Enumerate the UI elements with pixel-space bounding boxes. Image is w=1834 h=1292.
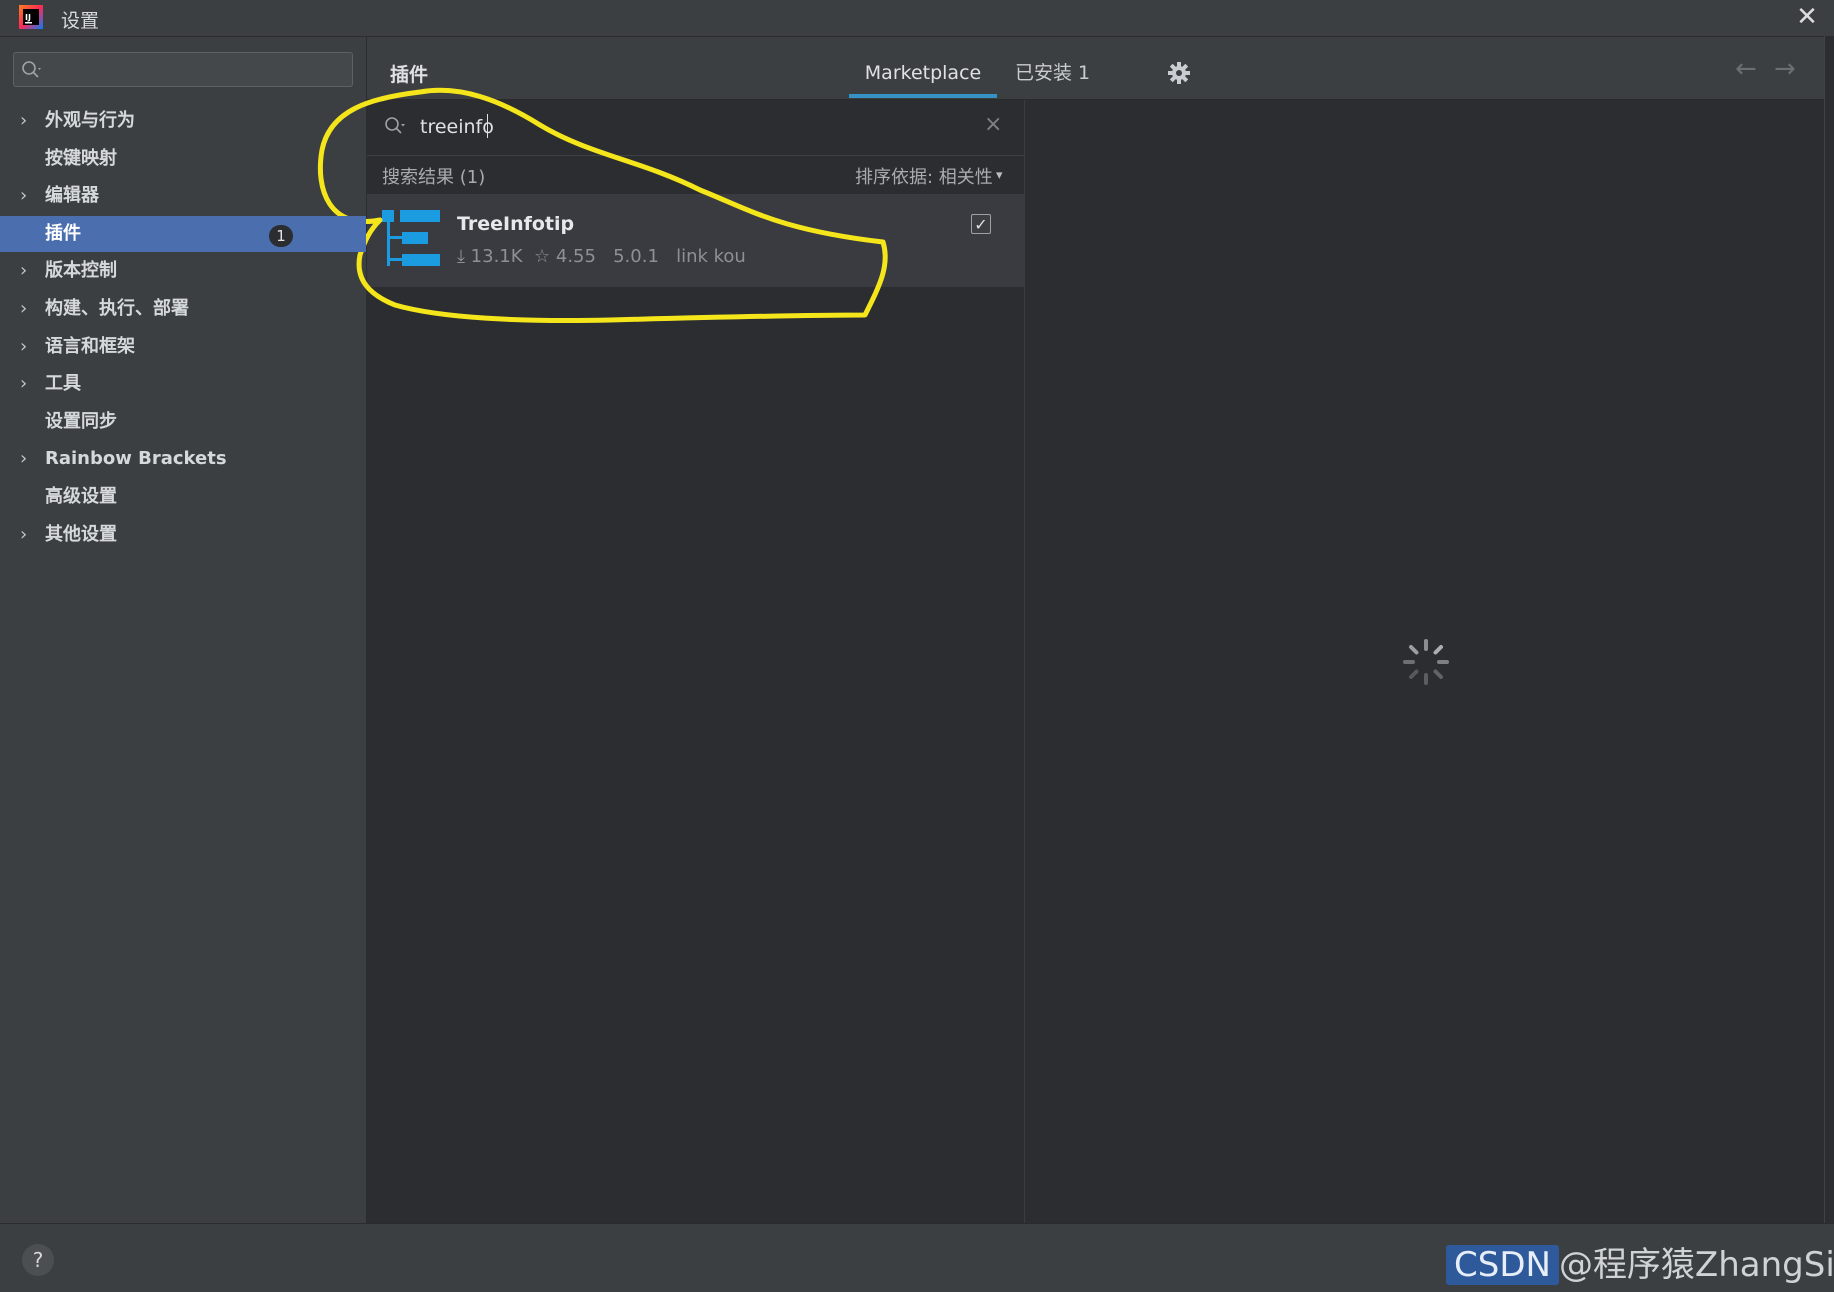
sidebar-item-label: 其他设置 [45, 524, 117, 545]
active-tab-indicator [849, 94, 997, 98]
tab-marketplace[interactable]: Marketplace [849, 55, 997, 97]
loading-spinner-icon [1403, 639, 1449, 685]
chevron-right-icon[interactable]: › [20, 253, 36, 289]
sidebar-item[interactable]: › 工具 [0, 366, 366, 402]
search-icon [22, 61, 41, 78]
sidebar-item[interactable]: 按键映射 [0, 141, 366, 177]
sidebar-item-label: 高级设置 [45, 486, 117, 507]
plugin-name: TreeInfotip [457, 213, 575, 235]
sidebar-item[interactable]: › 构建、执行、部署 [0, 291, 366, 327]
search-icon [385, 117, 405, 134]
chevron-right-icon[interactable]: › [20, 178, 36, 214]
sidebar-item[interactable]: › 其他设置 [0, 517, 366, 553]
sidebar-item-label: 设置同步 [45, 411, 117, 432]
chevron-right-icon[interactable]: › [20, 366, 36, 402]
plugin-logo-icon [382, 210, 440, 266]
sidebar-item-label: 外观与行为 [45, 110, 135, 131]
intellij-logo-icon: IJ [19, 5, 43, 29]
editor-edge-strip [1824, 36, 1834, 1223]
chevron-down-icon[interactable]: ▾ [996, 168, 1003, 183]
sidebar-item[interactable]: › 编辑器 [0, 178, 366, 214]
window-title: 设置 [61, 10, 100, 32]
sidebar-item-label: 版本控制 [45, 260, 117, 281]
sidebar-item[interactable]: › 语言和框架 [0, 329, 366, 365]
results-count: 搜索结果 (1) [382, 167, 486, 188]
plugins-header [367, 37, 1834, 100]
tab-installed[interactable]: 已安装 1 [1015, 55, 1090, 91]
forward-arrow-icon[interactable]: → [1774, 54, 1796, 84]
sidebar-item-label: 构建、执行、部署 [45, 298, 189, 319]
sidebar-item-label: 按键映射 [45, 148, 117, 169]
chevron-right-icon[interactable]: › [20, 291, 36, 327]
watermark: CSDN @程序猿ZhangSir [1446, 1237, 1834, 1286]
sidebar-item[interactable]: 插件 1 [0, 216, 366, 252]
watermark-text: @程序猿ZhangSir [1558, 1245, 1834, 1285]
chevron-right-icon[interactable]: › [20, 103, 36, 139]
help-button[interactable]: ? [22, 1244, 54, 1276]
settings-sidebar [0, 37, 366, 1223]
sidebar-item-label: 插件 [45, 223, 81, 244]
close-button[interactable]: ✕ [1790, 2, 1824, 32]
sidebar-item[interactable]: 高级设置 [0, 479, 366, 515]
plugin-list-item[interactable] [367, 194, 1024, 287]
sidebar-search-field[interactable] [13, 52, 353, 87]
sidebar-search-input[interactable] [48, 57, 342, 83]
clear-search-icon[interactable]: × [984, 112, 1002, 137]
sidebar-item[interactable]: 设置同步 [0, 404, 366, 440]
plugin-meta: ⤓ 13.1K ☆ 4.55 5.0.1 link kou [457, 246, 746, 267]
svg-text:IJ: IJ [25, 13, 31, 22]
watermark-badge: CSDN [1446, 1245, 1559, 1285]
chevron-right-icon[interactable]: › [20, 329, 36, 365]
sidebar-item[interactable]: › 外观与行为 [0, 103, 366, 139]
sidebar-item-label: 编辑器 [45, 185, 99, 206]
sidebar-item[interactable]: › Rainbow Brackets [0, 441, 366, 477]
gear-icon[interactable] [1166, 60, 1192, 86]
text-cursor [487, 114, 488, 138]
update-count-badge: 1 [269, 225, 293, 247]
chevron-right-icon[interactable]: › [20, 441, 36, 477]
sidebar-item-label: 语言和框架 [45, 336, 135, 357]
chevron-right-icon[interactable]: › [20, 517, 36, 553]
title-bar [0, 0, 1834, 37]
sort-dropdown[interactable]: 排序依据: 相关性 [855, 163, 993, 189]
installed-checkbox[interactable]: ✓ [971, 214, 991, 234]
sidebar-item[interactable]: › 版本控制 [0, 253, 366, 289]
back-arrow-icon[interactable]: ← [1735, 54, 1757, 84]
sidebar-item-label: 工具 [45, 373, 81, 394]
sidebar-item-label: Rainbow Brackets [45, 448, 227, 469]
plugin-search-input[interactable] [420, 112, 960, 142]
page-title: 插件 [390, 64, 429, 86]
